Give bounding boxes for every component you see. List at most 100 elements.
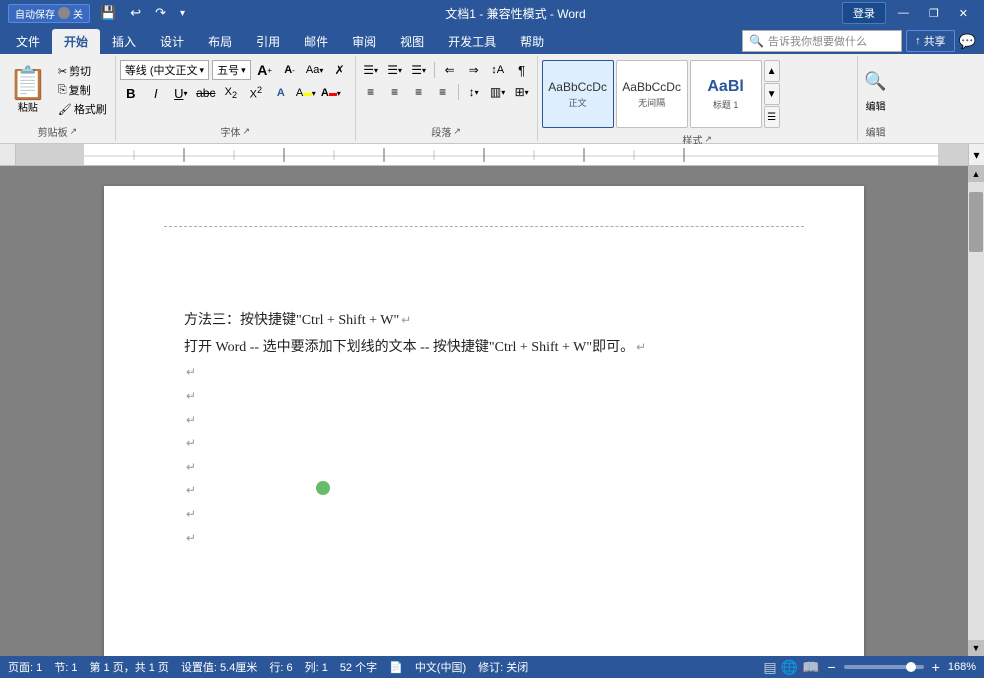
tab-design[interactable]: 设计: [148, 29, 196, 54]
clipboard-expand-icon[interactable]: ↗: [70, 126, 78, 137]
tell-me-search[interactable]: 🔍 告诉我你想要做什么: [742, 30, 902, 52]
minimize-button[interactable]: —: [890, 5, 917, 21]
line-spacing-button[interactable]: ↕▾: [463, 82, 485, 102]
decrease-indent-button[interactable]: ⇐: [439, 60, 461, 80]
paragraph-expand-icon[interactable]: ↗: [453, 126, 461, 137]
save-icon[interactable]: 💾: [96, 3, 120, 23]
scroll-track[interactable]: [968, 182, 984, 640]
italic-button[interactable]: I: [145, 83, 167, 103]
style-item-heading1[interactable]: AaBl 标题 1: [690, 60, 762, 128]
document-page[interactable]: 方法三：按快捷键"Ctrl + Shift + W" ↵ 打开 Word -- …: [104, 186, 864, 656]
increase-indent-button[interactable]: ⇒: [463, 60, 485, 80]
borders-button[interactable]: ⊞▾: [511, 82, 533, 102]
scroll-up-button[interactable]: ▲: [968, 166, 984, 182]
underline-button[interactable]: U▾: [170, 83, 192, 103]
change-case-button[interactable]: Aa▾: [304, 60, 326, 80]
para-mark-7: ↵: [186, 457, 196, 479]
zoom-level[interactable]: 168%: [948, 661, 976, 673]
zoom-thumb[interactable]: [906, 662, 916, 672]
login-button[interactable]: 登录: [842, 2, 886, 24]
tab-insert[interactable]: 插入: [100, 29, 148, 54]
status-track-changes[interactable]: 修订: 关闭: [478, 659, 528, 675]
borders-icon: ⊞: [515, 85, 525, 99]
doc-empty-line-4: ↵: [184, 433, 784, 455]
subscript-button[interactable]: X2: [220, 83, 242, 103]
tab-layout[interactable]: 布局: [196, 29, 244, 54]
font-color-button[interactable]: A ▾: [320, 83, 342, 103]
bullets-button[interactable]: ☰▾: [360, 60, 382, 80]
share-button[interactable]: ↑ 共享: [906, 30, 955, 52]
font-name-selector[interactable]: 等线 (中文正文 ▾: [120, 60, 209, 80]
print-layout-btn[interactable]: ▤: [763, 659, 776, 676]
tab-file[interactable]: 文件: [4, 29, 52, 54]
sort-icon: ↕A: [491, 64, 504, 76]
zoom-slider[interactable]: [844, 665, 924, 669]
numbering-button[interactable]: ☰▾: [384, 60, 406, 80]
autosave-toggle[interactable]: 自动保存 关: [8, 4, 90, 23]
styles-scroll-down[interactable]: ▼: [764, 83, 780, 105]
quickaccess-dropdown-icon[interactable]: ▾: [176, 6, 189, 21]
justify-button[interactable]: ≡: [432, 82, 454, 102]
cut-button[interactable]: ✂ 剪切: [54, 62, 111, 80]
font-grow-button[interactable]: A+: [254, 60, 276, 80]
shading-button[interactable]: ▥▾: [487, 82, 509, 102]
superscript-button[interactable]: X2: [245, 83, 267, 103]
styles-more[interactable]: ☰: [764, 106, 780, 128]
restore-button[interactable]: ❐: [921, 5, 947, 22]
comment-icon[interactable]: 💬: [959, 33, 976, 50]
para-mark-8: ↵: [186, 480, 196, 502]
find-button[interactable]: 🔍: [862, 68, 890, 96]
scroll-down-button[interactable]: ▼: [968, 640, 984, 656]
ruler-scroll[interactable]: ▾: [968, 144, 984, 165]
copy-button[interactable]: ⎘ 复制: [54, 81, 111, 99]
align-left-button[interactable]: ≡: [360, 82, 382, 102]
para-row2: ≡ ≡ ≡ ≡ ↕▾ ▥▾ ⊞▾: [360, 82, 533, 102]
scroll-thumb[interactable]: [969, 192, 983, 252]
style-normal-preview: AaBbCcDc: [548, 80, 607, 94]
tab-home[interactable]: 开始: [52, 29, 100, 54]
tab-view[interactable]: 视图: [388, 29, 436, 54]
sort-button[interactable]: ↕A: [487, 60, 509, 80]
strikethrough-icon: abc: [196, 86, 215, 100]
format-paint-button[interactable]: 🖌 格式刷: [54, 100, 111, 118]
font-expand-icon[interactable]: ↗: [242, 126, 250, 137]
paste-button[interactable]: 📋 粘贴: [4, 65, 52, 116]
align-center-button[interactable]: ≡: [384, 82, 406, 102]
align-right-button[interactable]: ≡: [408, 82, 430, 102]
zoom-plus-button[interactable]: +: [932, 659, 940, 675]
vertical-scrollbar[interactable]: ▲ ▼: [968, 166, 984, 656]
styles-scroll-up[interactable]: ▲: [764, 60, 780, 82]
show-marks-button[interactable]: ¶: [511, 60, 533, 80]
doc-line-2: 打开 Word -- 选中要添加下划线的文本 -- 按快捷键"Ctrl + Sh…: [184, 335, 784, 360]
redo-icon[interactable]: ↷: [151, 3, 170, 23]
close-button[interactable]: ✕: [951, 5, 976, 22]
tab-references[interactable]: 引用: [244, 29, 292, 54]
tab-developer[interactable]: 开发工具: [436, 29, 508, 54]
status-language[interactable]: 中文(中国): [415, 659, 466, 675]
copy-label: 复制: [69, 82, 91, 98]
text-effect-button[interactable]: A: [270, 83, 292, 103]
web-layout-btn[interactable]: 🌐: [781, 659, 798, 676]
empty-space-top: [184, 256, 784, 306]
bold-button[interactable]: B: [120, 83, 142, 103]
tab-help[interactable]: 帮助: [508, 29, 556, 54]
style-item-normal[interactable]: AaBbCcDc 正文: [542, 60, 614, 128]
read-mode-btn[interactable]: 📖: [802, 659, 819, 676]
paragraph-group-label: 段落 ↗: [358, 122, 535, 141]
tell-me-icon: 🔍: [749, 34, 764, 48]
zoom-minus-button[interactable]: −: [827, 659, 835, 675]
paragraph-content: ☰▾ ☰▾ ☰▾ ⇐ ⇒ ↕A ¶ ≡ ≡ ≡ ≡ ↕▾ ▥▾ ⊞▾: [358, 56, 535, 122]
tab-mailings[interactable]: 邮件: [292, 29, 340, 54]
window-title: 文档1 - 兼容性模式 - Word: [189, 5, 842, 22]
style-item-nospace[interactable]: AaBbCcDc 无间隔: [616, 60, 688, 128]
text-highlight-button[interactable]: A ▾: [295, 83, 317, 103]
view-buttons: ▤ 🌐 📖: [763, 659, 819, 676]
font-size-selector[interactable]: 五号 ▾: [212, 60, 251, 80]
status-page[interactable]: 页面: 1: [8, 659, 42, 675]
font-shrink-button[interactable]: A-: [279, 60, 301, 80]
tab-review[interactable]: 审阅: [340, 29, 388, 54]
strikethrough-button[interactable]: abc: [195, 83, 217, 103]
undo-icon[interactable]: ↩: [126, 3, 145, 23]
multilevel-button[interactable]: ☰▾: [408, 60, 430, 80]
clear-format-button[interactable]: ✗: [329, 60, 351, 80]
